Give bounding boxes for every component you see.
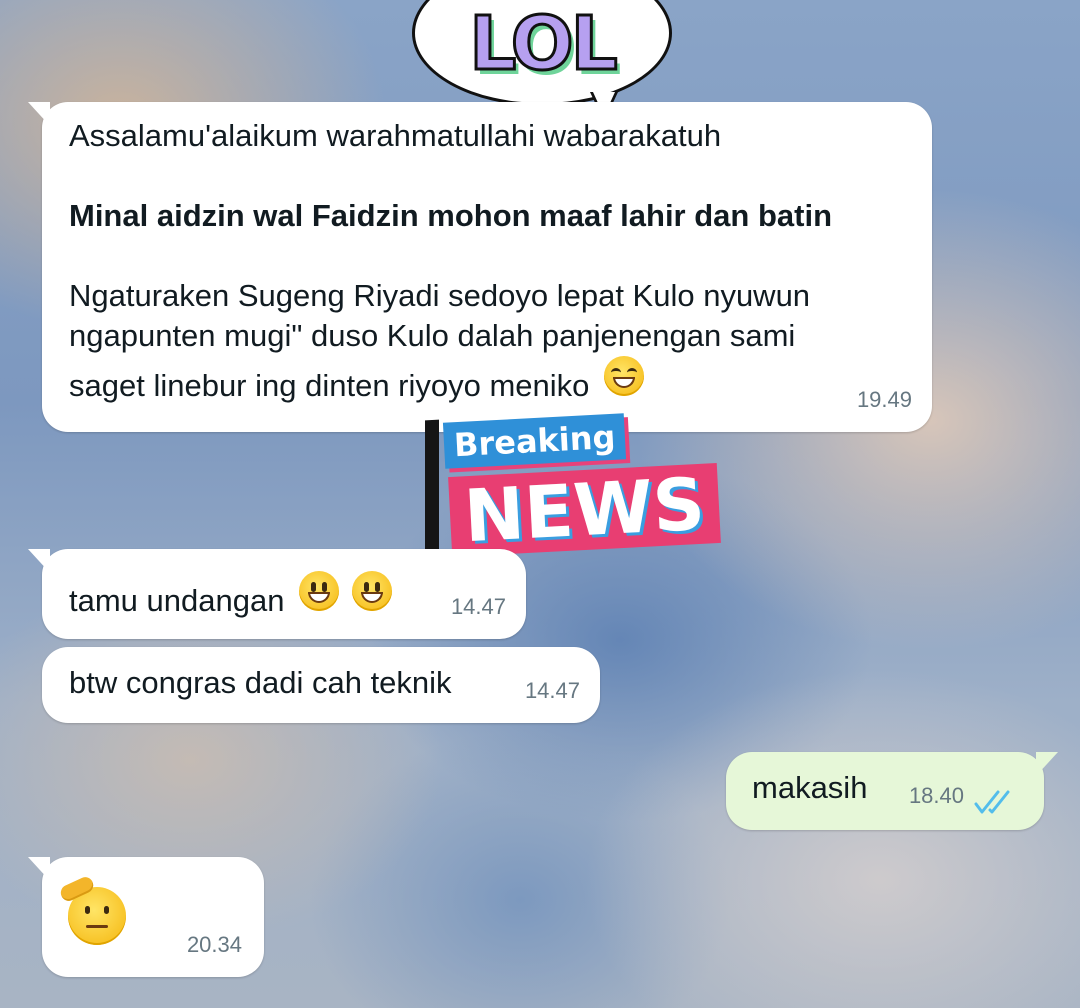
saluting-face-icon (58, 874, 126, 945)
message-bubble-outgoing[interactable]: makasih 18.40 (726, 752, 1058, 830)
message-line: Assalamu'alaikum warahmatullahi wabaraka… (69, 118, 722, 153)
news-sticker-pole (425, 419, 439, 561)
message-bubble-incoming[interactable]: btw congras dadi cah teknik 14.47 (42, 647, 600, 723)
message-line: ngapunten mugi" duso Kulo dalah panjenen… (69, 318, 796, 353)
message-bubble-incoming[interactable]: tamu undangan 14.47 (28, 549, 526, 639)
message-time: 20.34 (186, 932, 242, 957)
lol-text: LOL (468, 0, 620, 89)
grinning-face-icon (299, 571, 340, 611)
message-line: saget linebur ing dinten riyoyo meniko (69, 368, 590, 403)
message-time: 19.49 (856, 387, 912, 412)
message-bubble-incoming[interactable]: 20.34 (28, 857, 264, 977)
message-time: 18.40 (908, 783, 964, 808)
message-text: btw congras dadi cah teknik (69, 665, 452, 700)
message-time: 14.47 (524, 678, 580, 703)
message-bubble-incoming[interactable]: Assalamu'alaikum warahmatullahi wabaraka… (28, 102, 932, 432)
grinning-face-icon (604, 356, 645, 396)
grinning-face-icon (351, 571, 392, 611)
message-time: 14.47 (450, 594, 506, 619)
message-text: makasih (752, 770, 868, 805)
double-check-read-icon (974, 790, 1010, 814)
message-line-bold: Minal aidzin wal Faidzin mohon maaf lahi… (69, 198, 833, 233)
lol-speech-bubble: LOL (412, 0, 672, 106)
news-label: NEWS (448, 462, 721, 558)
message-line: Ngaturaken Sugeng Riyadi sedoyo lepat Ku… (69, 278, 811, 313)
message-text: tamu undangan (69, 583, 285, 618)
breaking-label: Breaking (442, 413, 627, 469)
